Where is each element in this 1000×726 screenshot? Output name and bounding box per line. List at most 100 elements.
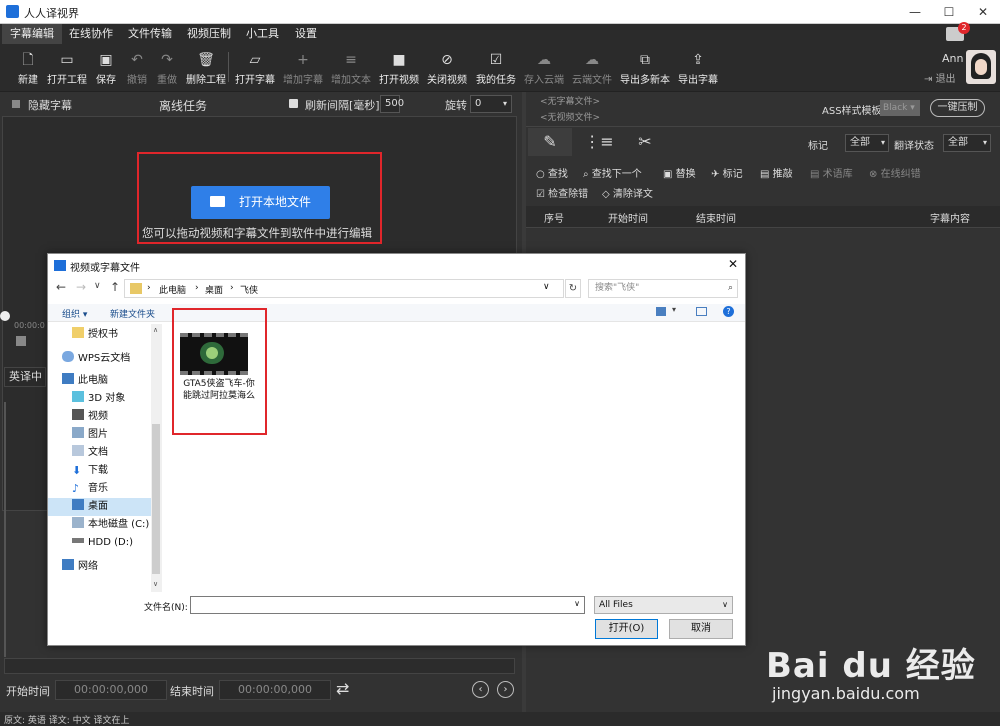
prev-icon[interactable]: ‹ [472,681,489,698]
watermark-brand: Bai du 经验 [766,646,976,686]
scrollbar-thumb[interactable] [152,424,160,574]
menu-bar: 字幕编辑 在线协作 文件传输 视频压制 小工具 设置 [0,24,1000,44]
path-dropdown-icon[interactable]: ∨ [543,282,550,292]
check-remove-button[interactable]: ☑ 检查除错 [536,185,588,200]
add-subtitle-button[interactable]: + 增加字幕 [283,48,323,90]
maximize-button[interactable]: ☐ [932,0,966,24]
add-text-button[interactable]: ≡ 增加文本 [331,48,371,90]
nav-music[interactable]: ♪ 音乐 [72,480,108,498]
back-arrow-icon[interactable]: ← [56,280,66,294]
menu-subtitle-edit[interactable]: 字幕编辑 [2,24,62,44]
tab-tools-icon[interactable]: ✂ [630,128,660,156]
avatar[interactable] [966,50,996,84]
menu-online-collab[interactable]: 在线协作 [61,24,121,44]
online-correct-button[interactable]: ⊗ 在线纠错 [869,165,921,180]
export-multi-button[interactable]: ⧉ 导出多新本 [620,48,670,90]
search-input[interactable]: 搜索"飞侠" ⌕ [588,279,738,298]
nav-desktop[interactable]: 桌面 [72,498,108,516]
close-button[interactable]: ✕ [966,0,1000,24]
mark-button[interactable]: ✈ 标记 [711,165,743,180]
video-file-thumbnail[interactable] [180,333,248,375]
cloud-files-button[interactable]: ☁ 云端文件 [572,48,612,90]
organize-button[interactable]: 组织 ▾ [62,307,87,320]
tab-edit-pencil-icon[interactable]: ✎ [528,128,572,156]
breadcrumb-feixia[interactable]: 飞侠 [240,283,258,296]
replace-button[interactable]: ▣ 替换 [663,165,696,180]
refresh-interval-input[interactable]: 500 [380,95,404,113]
tab-list-icon[interactable]: ⋮≡ [584,128,614,156]
nav-local-disk-c[interactable]: 本地磁盘 (C:) [72,516,149,534]
help-icon[interactable]: ? [723,306,734,317]
nav-network[interactable]: 网络 [62,558,98,576]
minimize-button[interactable]: — [898,0,932,24]
start-time-input[interactable]: 00:00:00,000 [55,680,167,700]
nav-auth-folder[interactable]: 授权书 [72,326,118,344]
folder-open-icon: ▱ [249,52,261,68]
breadcrumb-this-pc[interactable]: 此电脑 [159,283,186,296]
term-lib-button[interactable]: ▤ 术语库 [810,165,853,180]
nav-documents[interactable]: 文档 [72,444,108,462]
subtitle-table-header: 序号 开始时间 结束时间 字幕内容 [526,206,1000,228]
delete-project-button[interactable]: 🗑 删除工程 [186,48,226,90]
hide-subtitle-checkbox[interactable] [12,100,20,108]
nav-pictures[interactable]: 图片 [72,426,108,444]
nav-this-pc[interactable]: 此电脑 [62,372,108,390]
menu-tools[interactable]: 小工具 [238,24,287,44]
no-video-file-label: <无视频文件> [540,113,601,123]
stop-icon[interactable] [16,336,26,346]
close-video-button[interactable]: ⊘ 关闭视频 [427,48,467,90]
refresh-checkbox[interactable] [289,99,298,108]
open-local-file-button[interactable]: 打开本地文件 [191,186,330,219]
video-file-name[interactable]: GTA5侠盗飞车-你能跳过阿拉莫海么 [180,378,258,402]
nav-videos[interactable]: 视频 [72,408,108,426]
clear-trans-button[interactable]: ◇ 清除译文 [602,185,653,200]
up-arrow-icon[interactable]: ↑ [110,280,120,294]
logout-link[interactable]: ⇥ 退出 [924,70,956,85]
offline-task-label: 离线任务 [159,99,208,113]
view-options-icon[interactable] [656,307,666,316]
swap-icon[interactable]: ⇄ [336,679,349,698]
menu-video-compress[interactable]: 视频压制 [179,24,239,44]
mark-filter-select[interactable]: 全部 ▾ [845,134,889,152]
nav-downloads[interactable]: ⬇ 下载 [72,462,108,480]
menu-settings[interactable]: 设置 [287,24,325,44]
filename-input[interactable]: ∨ [190,596,585,614]
drive-icon [72,538,84,543]
open-button[interactable]: 打开(O) [595,619,658,639]
refresh-icon[interactable]: ↻ [565,279,581,298]
open-subtitle-button[interactable]: ▱ 打开字幕 [235,48,275,90]
rotate-select[interactable]: 0 ▾ [470,95,512,113]
dialog-close-button[interactable]: ✕ [728,257,738,271]
book-icon: ▤ [810,169,820,180]
end-time-input[interactable]: 00:00:00,000 [219,680,331,700]
find-next-button[interactable]: ⌕ 查找下一个 [583,165,642,180]
chevron-down-icon[interactable]: ∨ [94,281,101,291]
push-button[interactable]: ▤ 推敲 [760,165,793,180]
timeline-slider-handle[interactable] [0,311,10,321]
my-tasks-button[interactable]: ☑ 我的任务 [476,48,516,90]
preview-pane-icon[interactable] [696,307,707,316]
nav-3d-objects[interactable]: 3D 对象 [72,390,125,408]
breadcrumb[interactable]: › 此电脑 › 桌面 › 飞侠 ∨ [124,279,564,298]
breadcrumb-desktop[interactable]: 桌面 [205,283,223,296]
next-icon[interactable]: › [497,681,514,698]
open-video-button[interactable]: ■ 打开视频 [379,48,419,90]
mark-filter-label: 标记 [808,141,828,152]
one-key-compress-button[interactable]: 一键压制 [930,99,985,117]
file-type-select[interactable]: All Files ∨ [594,596,733,614]
language-label[interactable]: 英译中 [4,367,46,387]
new-folder-button[interactable]: 新建文件夹 [110,307,155,320]
nav-hdd-d[interactable]: HDD (D:) [72,534,133,552]
nav-scrollbar[interactable]: ∧ ∨ [151,324,162,592]
trans-status-select[interactable]: 全部 ▾ [943,134,991,152]
ass-template-select[interactable]: Black ▾ [880,100,920,116]
cancel-button[interactable]: 取消 [669,619,733,639]
find-button[interactable]: ○ 查找 [536,165,568,180]
view-dropdown-icon[interactable]: ▾ [672,305,676,314]
menu-file-transfer[interactable]: 文件传输 [120,24,180,44]
save-cloud-button[interactable]: ☁ 存入云端 [524,48,564,90]
download-arrow-icon: ⬇ [72,464,82,477]
nav-wps-cloud[interactable]: WPS云文档 [62,350,130,368]
export-subtitle-button[interactable]: ⇪ 导出字幕 [678,48,718,90]
forward-arrow-icon[interactable]: → [76,280,86,294]
